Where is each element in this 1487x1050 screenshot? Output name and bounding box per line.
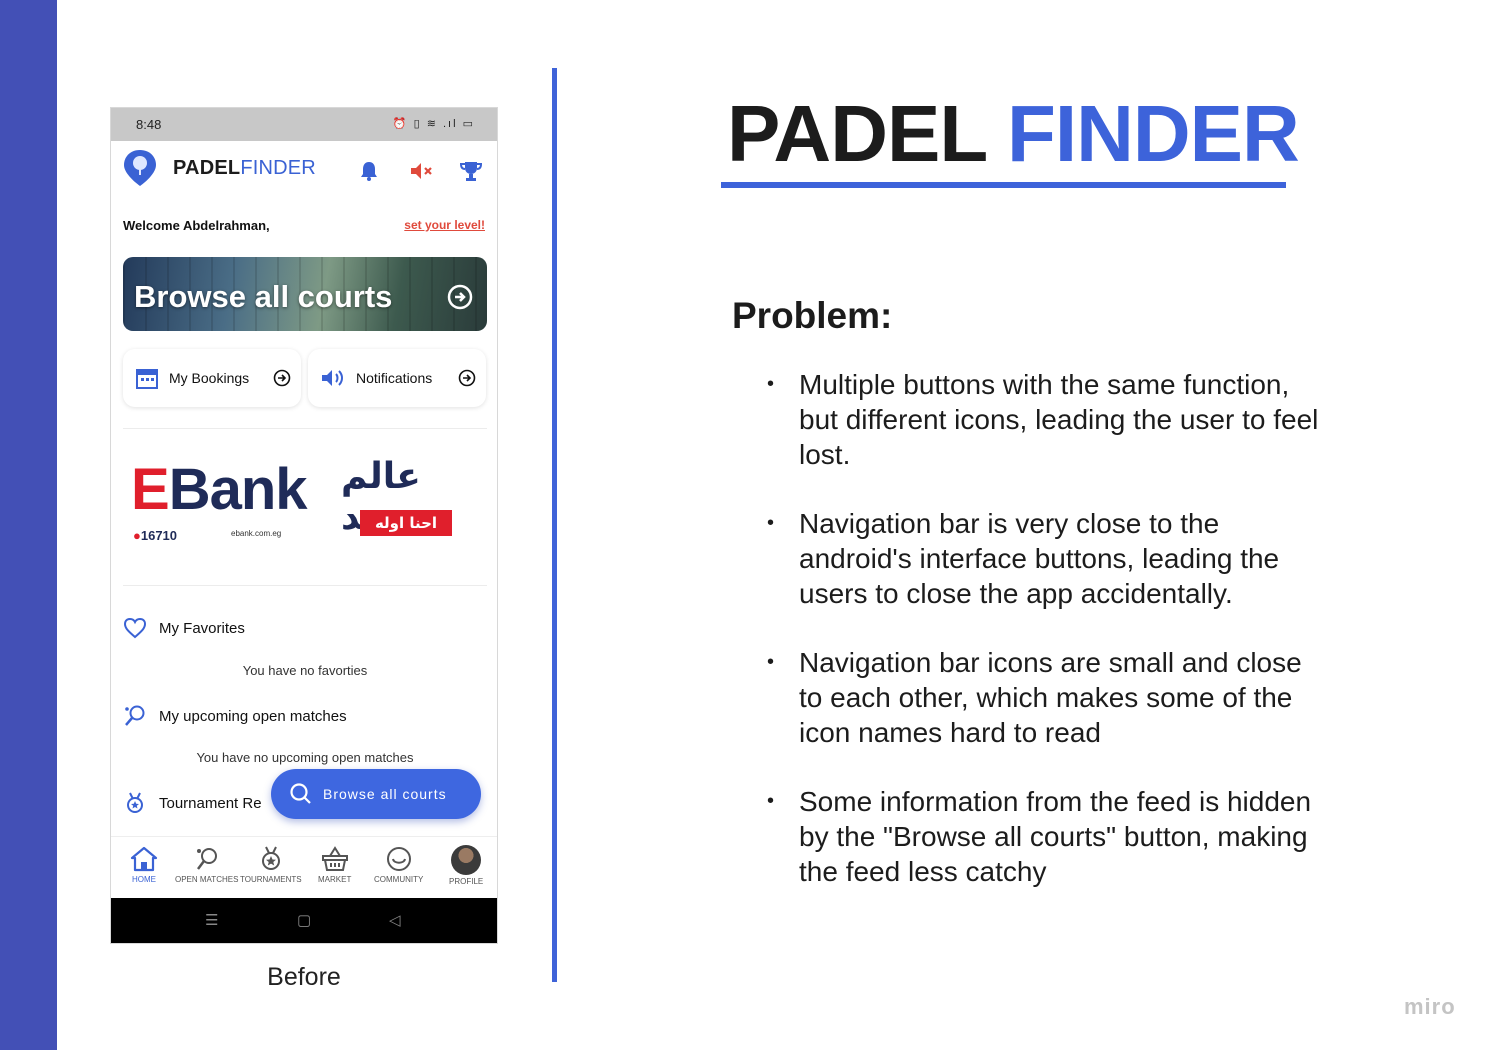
smile-icon bbox=[386, 847, 411, 871]
matches-label: My upcoming open matches bbox=[159, 707, 347, 725]
search-icon bbox=[290, 783, 311, 804]
status-icons: ⏰ ▯ ≋ .ıl ▭ bbox=[392, 118, 475, 130]
set-level-link[interactable]: set your level! bbox=[404, 218, 485, 232]
before-caption: Before bbox=[267, 963, 341, 991]
notifications-card[interactable]: Notifications bbox=[308, 349, 486, 407]
banner-label: Browse all courts bbox=[134, 279, 393, 314]
brand-part1: PADEL bbox=[173, 157, 241, 179]
problem-item: Navigation bar icons are small and close… bbox=[767, 645, 1327, 750]
favorites-section: My Favorites bbox=[123, 617, 245, 639]
status-bar: 8:48 ⏰ ▯ ≋ .ıl ▭ bbox=[111, 108, 497, 141]
phone-screenshot: 8:48 ⏰ ▯ ≋ .ıl ▭ PADELFINDER Welcome Abd… bbox=[110, 107, 498, 944]
sponsor-ads[interactable]: EBank ●16710 ebank.com.eg عالم جديد احنا… bbox=[123, 438, 487, 578]
medal-icon bbox=[261, 846, 280, 870]
avatar bbox=[451, 845, 482, 875]
matches-section: My upcoming open matches bbox=[123, 704, 347, 728]
alam-gedid-tagline: احنا اوله bbox=[360, 510, 452, 536]
problem-item: Navigation bar is very close to the andr… bbox=[767, 506, 1327, 611]
calendar-icon bbox=[136, 369, 158, 389]
arrow-circle-icon bbox=[273, 369, 291, 387]
logo-pin-icon bbox=[124, 150, 156, 186]
nav-tournaments[interactable]: TOURNAMENTS bbox=[240, 845, 302, 884]
mute-icon[interactable] bbox=[407, 157, 435, 185]
nav-label: TOURNAMENTS bbox=[240, 875, 302, 884]
browse-courts-fab[interactable]: Browse all courts bbox=[271, 769, 481, 819]
my-bookings-card[interactable]: My Bookings bbox=[123, 349, 301, 407]
welcome-text: Welcome Abdelrahman, bbox=[123, 218, 270, 233]
favorites-label: My Favorites bbox=[159, 619, 245, 637]
heart-icon bbox=[123, 617, 147, 639]
nav-label: OPEN MATCHES bbox=[175, 875, 239, 884]
nav-market[interactable]: MARKET bbox=[318, 845, 351, 884]
home-system-button[interactable]: ▢ bbox=[297, 911, 311, 929]
fab-label: Browse all courts bbox=[323, 786, 447, 802]
app-header: PADELFINDER bbox=[111, 141, 497, 201]
basket-icon bbox=[321, 846, 348, 871]
miro-watermark: miro bbox=[1404, 994, 1456, 1019]
title-part1: PADEL bbox=[727, 89, 987, 178]
racket-icon bbox=[196, 848, 217, 870]
nav-label: COMMUNITY bbox=[374, 875, 424, 884]
nav-label: HOME bbox=[132, 875, 156, 884]
separator bbox=[123, 428, 487, 429]
nav-label: PROFILE bbox=[449, 877, 484, 886]
notifications-label: Notifications bbox=[356, 370, 433, 386]
brand-part2: FINDER bbox=[240, 157, 316, 179]
problem-list: Multiple buttons with the same function,… bbox=[767, 367, 1327, 923]
matches-empty: You have no upcoming open matches bbox=[196, 750, 414, 765]
racket-icon bbox=[125, 705, 145, 726]
back-button[interactable]: ◁ bbox=[389, 911, 401, 929]
arrow-circle-icon bbox=[447, 284, 473, 310]
tournament-label: Tournament Re bbox=[159, 794, 262, 812]
nav-community[interactable]: COMMUNITY bbox=[374, 845, 423, 884]
problem-item: Some information from the feed is hidden… bbox=[767, 784, 1327, 889]
tournament-section: Tournament Re bbox=[123, 791, 262, 815]
problem-heading: Problem: bbox=[732, 295, 893, 336]
home-icon bbox=[130, 846, 158, 872]
vertical-divider bbox=[552, 68, 557, 982]
medal-icon bbox=[127, 792, 143, 813]
separator bbox=[123, 585, 487, 586]
trophy-icon[interactable] bbox=[457, 157, 485, 185]
bottom-navigation: HOME OPEN MATCHES TOURNAMENTS MARKET COM… bbox=[111, 836, 497, 898]
left-accent-stripe bbox=[0, 0, 57, 1050]
brand-name: PADELFINDER bbox=[173, 157, 316, 180]
title-underline bbox=[721, 182, 1286, 188]
slide-title: PADEL FINDER bbox=[727, 94, 1300, 174]
nav-open-matches[interactable]: OPEN MATCHES bbox=[175, 845, 238, 884]
android-system-nav: ☰ ▢ ◁ bbox=[111, 898, 497, 943]
arrow-circle-icon bbox=[458, 369, 476, 387]
status-time: 8:48 bbox=[136, 117, 162, 132]
my-bookings-label: My Bookings bbox=[169, 370, 250, 386]
bell-icon[interactable] bbox=[355, 157, 383, 185]
speaker-icon bbox=[322, 370, 343, 386]
problem-item: Multiple buttons with the same function,… bbox=[767, 367, 1327, 472]
title-part2: FINDER bbox=[1006, 89, 1300, 178]
browse-courts-banner[interactable]: Browse all courts bbox=[123, 257, 487, 331]
nav-home[interactable]: HOME bbox=[129, 845, 159, 884]
nav-label: MARKET bbox=[318, 875, 352, 884]
ebank-site: ebank.com.eg bbox=[231, 529, 282, 538]
recents-button[interactable]: ☰ bbox=[205, 911, 218, 929]
nav-profile[interactable]: PROFILE bbox=[449, 845, 483, 886]
favorites-empty: You have no favorties bbox=[242, 663, 368, 678]
ebank-phone: ●16710 bbox=[133, 528, 178, 543]
ebank-logo: EBank bbox=[131, 457, 308, 522]
